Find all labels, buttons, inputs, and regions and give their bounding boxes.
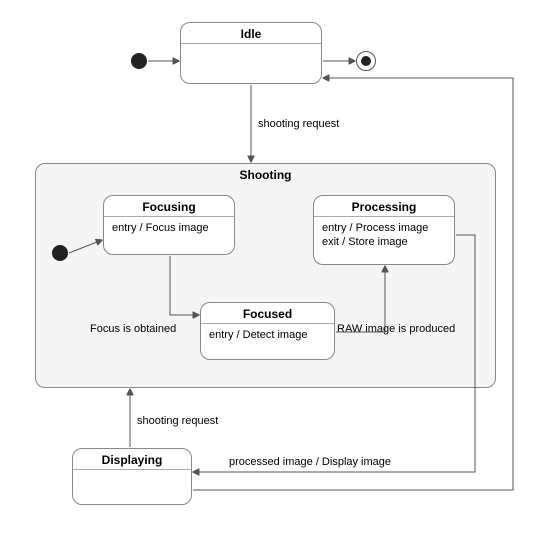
initial-pseudostate-shooting: [52, 245, 68, 261]
state-idle-title: Idle: [181, 23, 321, 43]
state-focusing-title: Focusing: [104, 196, 234, 216]
initial-pseudostate-top: [131, 53, 147, 69]
state-machine-diagram: Idle Shooting Focusing entry / Focus ima…: [0, 0, 544, 537]
label-focus-obtained: Focus is obtained: [90, 323, 176, 335]
state-focused-title: Focused: [201, 303, 334, 323]
state-processing-title: Processing: [314, 196, 454, 216]
processing-exit: exit / Store image: [322, 235, 446, 249]
composite-shooting-title: Shooting: [36, 164, 495, 184]
state-idle: Idle: [180, 22, 322, 84]
final-state-top: [356, 51, 376, 71]
state-focused: Focused entry / Detect image: [200, 302, 335, 360]
label-idle-to-shooting: shooting request: [258, 118, 339, 130]
processing-entry: entry / Process image: [322, 221, 446, 235]
final-state-inner: [361, 56, 371, 66]
label-processed-image: processed image / Display image: [229, 456, 391, 468]
state-focusing: Focusing entry / Focus image: [103, 195, 235, 255]
label-displaying-to-shooting: shooting request: [137, 415, 218, 427]
state-processing-body: entry / Process image exit / Store image: [314, 217, 454, 253]
state-processing: Processing entry / Process image exit / …: [313, 195, 455, 265]
state-focused-body: entry / Detect image: [201, 324, 334, 346]
state-displaying-title: Displaying: [73, 449, 191, 469]
label-raw-produced: RAW image is produced: [337, 323, 455, 335]
state-displaying: Displaying: [72, 448, 192, 505]
state-focusing-body: entry / Focus image: [104, 217, 234, 239]
